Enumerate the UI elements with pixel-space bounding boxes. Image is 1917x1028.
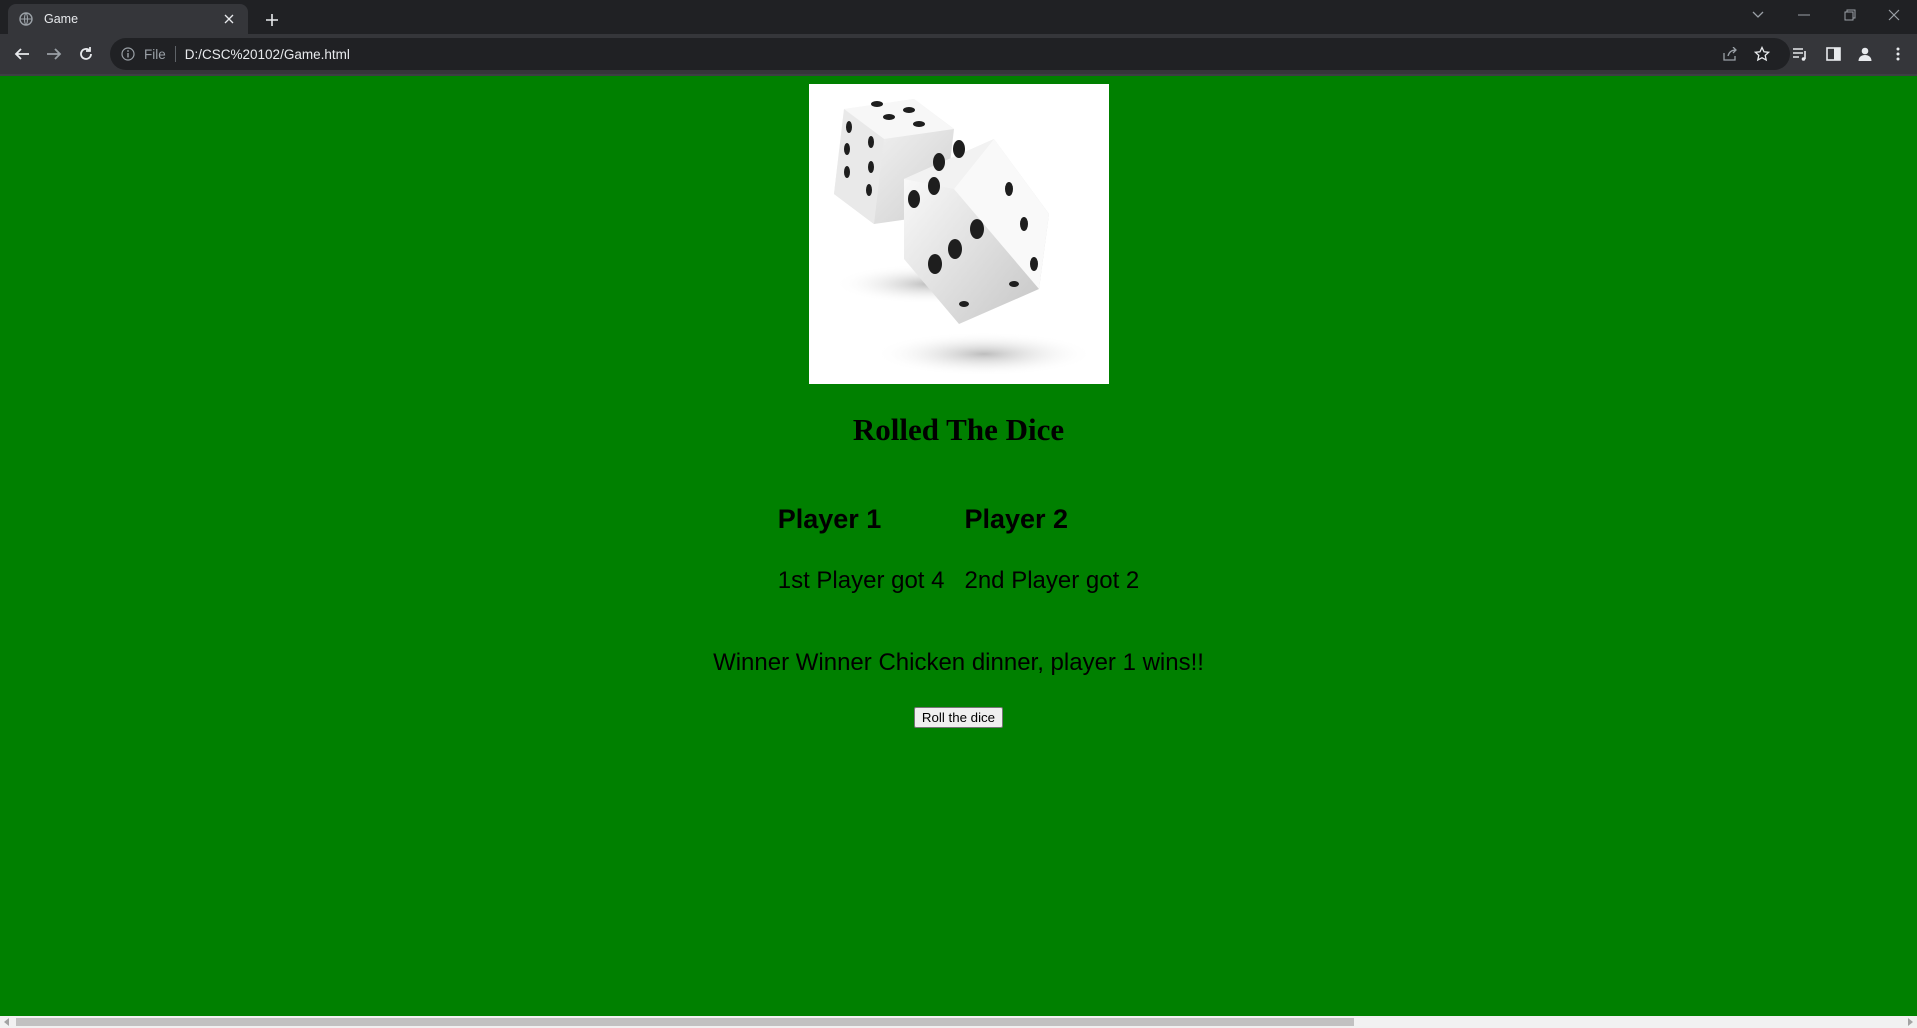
minimize-icon[interactable] bbox=[1781, 0, 1827, 30]
bookmark-star-icon[interactable] bbox=[1752, 46, 1772, 62]
url-text[interactable]: D:/CSC%20102/Game.html bbox=[185, 47, 350, 62]
tab-title: Game bbox=[44, 12, 79, 26]
reload-icon[interactable] bbox=[72, 40, 100, 68]
forward-arrow-icon[interactable] bbox=[40, 40, 68, 68]
address-bar[interactable]: File D:/CSC%20102/Game.html bbox=[110, 38, 1790, 70]
browser-toolbar: File D:/CSC%20102/Game.html bbox=[0, 34, 1917, 74]
players-heading-row: Player 1 Player 2 bbox=[778, 504, 1140, 567]
scroll-left-icon[interactable] bbox=[0, 1016, 14, 1028]
player1-result: 1st Player got 4 bbox=[777, 567, 945, 594]
page-title: Rolled The Dice bbox=[852, 412, 1065, 447]
player2-heading: Player 2 bbox=[964, 504, 1069, 534]
tab-search-icon[interactable] bbox=[1735, 0, 1781, 30]
restore-icon[interactable] bbox=[1827, 0, 1873, 30]
game-content: Rolled The Dice Player 1 Player 2 1st Pl… bbox=[0, 84, 1917, 728]
page-viewport: Rolled The Dice Player 1 Player 2 1st Pl… bbox=[0, 76, 1917, 1016]
scrollbar-thumb[interactable] bbox=[16, 1018, 1354, 1026]
horizontal-scrollbar[interactable] bbox=[0, 1016, 1917, 1028]
scroll-right-icon[interactable] bbox=[1903, 1016, 1917, 1028]
player1-heading: Player 1 bbox=[777, 504, 882, 534]
players-result-row: 1st Player got 4 2nd Player got 2 bbox=[778, 567, 1140, 595]
new-tab-button[interactable] bbox=[258, 6, 286, 34]
url-scheme-label: File bbox=[144, 46, 166, 62]
url-separator bbox=[174, 46, 176, 62]
profile-avatar-icon[interactable] bbox=[1855, 44, 1875, 64]
share-icon[interactable] bbox=[1720, 46, 1740, 62]
roll-dice-button[interactable]: Roll the dice bbox=[913, 707, 1004, 728]
browser-tab[interactable]: Game bbox=[8, 4, 248, 34]
player2-result: 2nd Player got 2 bbox=[964, 567, 1140, 594]
info-icon[interactable] bbox=[120, 46, 136, 62]
side-panel-icon[interactable] bbox=[1823, 44, 1843, 64]
close-tab-icon[interactable] bbox=[220, 10, 238, 28]
winner-message: Winner Winner Chicken dinner, player 1 w… bbox=[713, 649, 1204, 676]
globe-icon bbox=[18, 11, 34, 27]
tab-strip: Game bbox=[0, 0, 1917, 34]
kebab-menu-icon[interactable] bbox=[1888, 44, 1908, 64]
two-dice-icon bbox=[808, 84, 1109, 384]
back-arrow-icon[interactable] bbox=[8, 40, 36, 68]
close-window-icon[interactable] bbox=[1871, 0, 1917, 30]
players-table: Player 1 Player 2 1st Player got 4 2nd P… bbox=[758, 504, 1160, 595]
media-queue-icon[interactable] bbox=[1790, 44, 1810, 64]
